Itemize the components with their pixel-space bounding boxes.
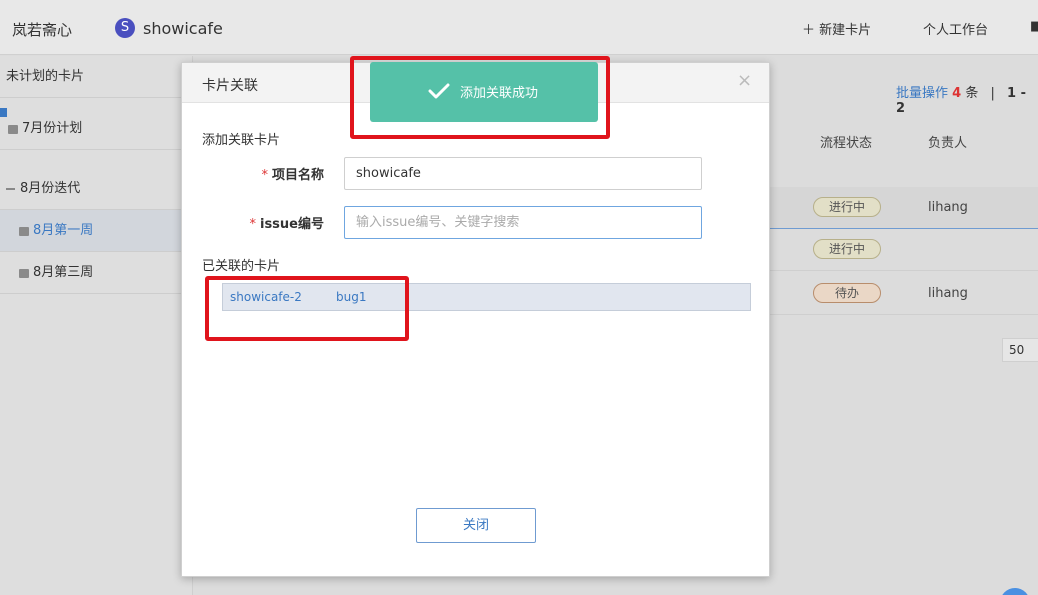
collapse-icon[interactable]	[6, 188, 15, 190]
highlight-box-linked	[205, 276, 409, 341]
sidebar-item-label: 未计划的卡片	[6, 69, 85, 84]
sidebar-item-august-iteration[interactable]: 8月份迭代	[0, 168, 193, 210]
close-button[interactable]: 关闭	[416, 508, 536, 543]
sidebar-item-august-week3[interactable]: 8月第三周	[0, 252, 193, 294]
workspace-link[interactable]: 个人工作台	[923, 19, 988, 38]
plus-icon: ＋	[802, 23, 816, 38]
top-more-icon[interactable]: ■	[1030, 19, 1038, 34]
batch-operation[interactable]: 批量操作 4 条 | 1 - 2	[896, 82, 1038, 116]
dialog-title: 卡片关联	[202, 78, 258, 94]
owner-name: lihang	[928, 286, 968, 301]
issue-number-label: * issue编号	[249, 217, 324, 232]
batch-count: 4	[952, 86, 962, 101]
project-switcher[interactable]: S showicafe	[115, 18, 223, 38]
sidebar-item-august-week1[interactable]: 8月第一周	[0, 210, 193, 252]
project-name-input[interactable]: showicafe	[344, 157, 702, 190]
sidebar-item-label: 8月第三周	[33, 265, 94, 280]
sidebar-item-july-plan[interactable]: 7月份计划	[0, 108, 193, 150]
table-row[interactable]: 待办 lihang	[770, 273, 1038, 315]
batch-unit: 条	[965, 86, 979, 101]
table-row[interactable]: 进行中 lihang	[770, 187, 1038, 229]
page-size-select[interactable]: 50	[1002, 338, 1038, 362]
status-badge: 待办	[813, 283, 881, 303]
status-badge: 进行中	[813, 197, 881, 217]
sidebar-item-label: 7月份计划	[22, 121, 83, 136]
new-card-button[interactable]: ＋ 新建卡片	[802, 19, 871, 38]
brand-name: 岚若斋心	[12, 21, 73, 39]
project-name: showicafe	[143, 18, 223, 38]
batch-label: 批量操作	[896, 86, 949, 101]
column-header-owner[interactable]: 负责人	[928, 132, 967, 151]
issue-search-input[interactable]: 输入issue编号、关键字搜索	[344, 206, 702, 239]
column-header-status[interactable]: 流程状态	[820, 132, 872, 151]
folder-icon	[19, 269, 29, 278]
page-size-value: 50	[1009, 343, 1025, 357]
close-icon[interactable]: ×	[737, 71, 752, 91]
new-card-label: 新建卡片	[819, 23, 872, 38]
required-mark: *	[249, 217, 256, 232]
highlight-box-toast	[350, 56, 610, 139]
folder-icon	[8, 125, 18, 134]
project-logo-icon: S	[115, 18, 135, 38]
table-row[interactable]: 进行中	[770, 229, 1038, 271]
sidebar-item-label: 8月第一周	[33, 223, 94, 238]
add-link-section-label: 添加关联卡片	[202, 133, 281, 148]
project-name-label: * 项目名称	[261, 168, 324, 183]
flag-icon	[0, 108, 7, 117]
required-mark: *	[261, 168, 268, 183]
folder-icon	[19, 227, 29, 236]
sidebar: 未计划的卡片 7月份计划 8月份迭代 8月第一周 8月第三周	[0, 56, 193, 595]
help-button[interactable]	[1000, 588, 1030, 595]
separator: |	[990, 86, 995, 101]
sidebar-item-unplanned[interactable]: 未计划的卡片	[0, 56, 193, 98]
top-bar: 岚若斋心 S showicafe ＋ 新建卡片 个人工作台 ■	[0, 0, 1038, 55]
owner-name: lihang	[928, 200, 968, 215]
status-badge: 进行中	[813, 239, 881, 259]
sidebar-item-label: 8月份迭代	[20, 181, 81, 196]
linked-section-label: 已关联的卡片	[202, 259, 281, 274]
